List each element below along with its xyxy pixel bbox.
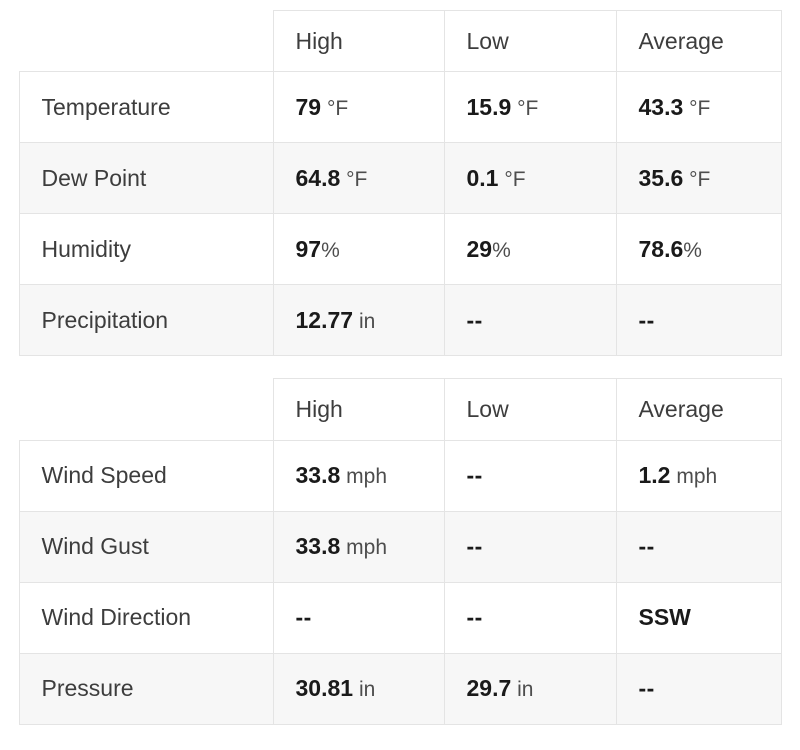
value: 1.2 [638, 461, 671, 488]
header-row: High Low Average [19, 9, 782, 73]
row-label-wind-gust: Wind Gust [18, 510, 274, 583]
table-row: Wind Gust 33.8 mph -- -- [18, 510, 782, 583]
cell-wind-direction-average: SSW [615, 581, 782, 654]
cell-precipitation-average: -- [615, 284, 782, 357]
cell-dew-point-average: 35.6 °F [615, 142, 782, 215]
row-label-pressure: Pressure [18, 652, 274, 725]
missing-value: -- [466, 603, 483, 630]
value: 29.7 [466, 674, 512, 701]
unit: °F [517, 96, 539, 120]
table-row: Dew Point 64.8 °F 0.1 °F 35.6 °F [18, 142, 782, 215]
cell-temperature-high: 79 °F [272, 71, 445, 144]
wind-and-pressure-summary-table: High Low Average Wind Speed 33.8 mph -- 1… [18, 378, 782, 725]
table-row: Wind Direction -- -- SSW [18, 581, 782, 654]
unit: in [517, 677, 534, 701]
cell-dew-point-low: 0.1 °F [443, 142, 617, 215]
value: 78.6 [638, 235, 684, 262]
unit: °F [689, 96, 711, 120]
missing-value: -- [638, 674, 655, 701]
value: 35.6 [638, 164, 684, 191]
value: 30.81 [295, 674, 354, 701]
missing-value: -- [638, 532, 655, 559]
row-label-wind-direction: Wind Direction [18, 581, 274, 654]
table-separator [0, 356, 800, 378]
cell-pressure-high: 30.81 in [272, 652, 445, 725]
missing-value: -- [638, 306, 655, 333]
cell-wind-gust-high: 33.8 mph [272, 510, 445, 583]
unit: °F [346, 167, 368, 191]
cell-wind-gust-average: -- [615, 510, 782, 583]
unit: °F [689, 167, 711, 191]
corner-cell [19, 379, 273, 440]
table-row: Wind Speed 33.8 mph -- 1.2 mph [18, 439, 782, 512]
cell-dew-point-high: 64.8 °F [272, 142, 445, 215]
value: 79 [295, 93, 322, 120]
cell-wind-gust-low: -- [443, 510, 617, 583]
table-row: Temperature 79 °F 15.9 °F 43.3 °F [18, 71, 782, 144]
row-label-humidity: Humidity [18, 213, 274, 286]
column-header-low: Low [443, 378, 617, 441]
value: 43.3 [638, 93, 684, 120]
unit: % [492, 238, 511, 262]
corner-cell [19, 11, 273, 72]
table-row: Pressure 30.81 in 29.7 in -- [18, 652, 782, 725]
value: 12.77 [295, 306, 354, 333]
table-row: Precipitation 12.77 in -- -- [18, 284, 782, 357]
cell-wind-speed-low: -- [443, 439, 617, 512]
cell-precipitation-high: 12.77 in [272, 284, 445, 357]
missing-value: -- [466, 461, 483, 488]
unit: % [321, 238, 340, 262]
missing-value: -- [295, 603, 312, 630]
cell-temperature-average: 43.3 °F [615, 71, 782, 144]
cell-wind-direction-high: -- [272, 581, 445, 654]
unit: °F [504, 167, 526, 191]
unit: mph [346, 535, 387, 559]
atmospheric-summary-block: High Low Average Temperature 79 °F 15.9 °F… [0, 0, 800, 357]
table-row: Humidity 97% 29% 78.6% [18, 213, 782, 286]
cell-humidity-average: 78.6% [615, 213, 782, 286]
atmospheric-summary-table: High Low Average Temperature 79 °F 15.9 °F… [18, 9, 782, 357]
cell-pressure-low: 29.7 in [443, 652, 617, 725]
unit: % [683, 238, 702, 262]
weather-summary-page: High Low Average Temperature 79 °F 15.9 °F… [0, 0, 800, 750]
value: 97 [295, 235, 322, 262]
missing-value: -- [466, 532, 483, 559]
column-header-high: High [272, 378, 445, 441]
cell-wind-direction-low: -- [443, 581, 617, 654]
column-header-average: Average [615, 378, 782, 441]
value: 29 [466, 235, 493, 262]
unit: in [358, 309, 376, 333]
row-label-temperature: Temperature [18, 71, 274, 144]
unit: mph [676, 464, 718, 488]
cell-wind-speed-high: 33.8 mph [272, 439, 445, 512]
value: 0.1 [466, 164, 499, 191]
row-label-wind-speed: Wind Speed [18, 439, 274, 512]
column-header-average: Average [615, 9, 782, 73]
wind-and-pressure-summary-block: High Low Average Wind Speed 33.8 mph -- 1… [0, 378, 800, 725]
value: SSW [638, 603, 691, 630]
value: 33.8 [295, 532, 341, 559]
row-label-dew-point: Dew Point [18, 142, 274, 215]
unit: in [358, 677, 376, 701]
cell-precipitation-low: -- [443, 284, 617, 357]
column-header-high: High [272, 9, 445, 73]
wind-and-pressure-summary-header: High Low Average [19, 378, 782, 441]
value: 64.8 [295, 164, 341, 191]
cell-humidity-high: 97% [272, 213, 445, 286]
atmospheric-summary-body: Temperature 79 °F 15.9 °F 43.3 °F Dew Point… [18, 71, 782, 357]
cell-wind-speed-average: 1.2 mph [615, 439, 782, 512]
value: 15.9 [466, 93, 512, 120]
unit: °F [326, 96, 349, 120]
cell-temperature-low: 15.9 °F [443, 71, 617, 144]
column-header-low: Low [443, 9, 617, 73]
unit: mph [346, 464, 387, 488]
missing-value: -- [466, 306, 483, 333]
value: 33.8 [295, 461, 341, 488]
cell-humidity-low: 29% [443, 213, 617, 286]
wind-and-pressure-summary-body: Wind Speed 33.8 mph -- 1.2 mph Wind Gust 3… [18, 439, 782, 725]
atmospheric-summary-header: High Low Average [19, 9, 782, 73]
cell-pressure-average: -- [615, 652, 782, 725]
row-label-precipitation: Precipitation [18, 284, 274, 357]
header-row: High Low Average [19, 378, 782, 441]
